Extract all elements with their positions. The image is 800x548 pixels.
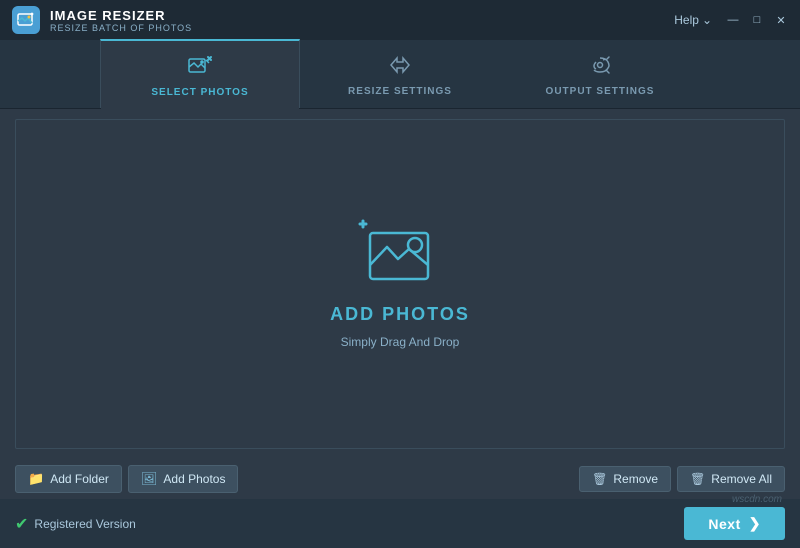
registered-version-label: Registered Version [34,517,135,531]
close-button[interactable]: ✕ [774,13,788,27]
remove-all-button[interactable]: 🗑 Remove All [677,466,785,492]
btn-group-left: 📁 Add Folder 🖼 Add Photos [15,465,238,493]
title-bar-right: Help ⌄ — □ ✕ [674,13,788,27]
chevron-down-icon: ⌄ [702,13,712,27]
btn-group-right: 🗑 Remove 🗑 Remove All [579,466,785,492]
folder-icon: 📁 [28,471,44,487]
app-icon [12,6,40,34]
trash-all-icon: 🗑 [690,472,705,486]
status-left: ✔ Registered Version [15,514,136,534]
trash-icon: 🗑 [592,472,607,486]
watermark: wscdn.com [732,494,782,505]
tab-resize-settings[interactable]: RESIZE SETTINGS [300,40,500,108]
tab-select-photos-label: SELECT PHOTOS [151,87,248,98]
tab-resize-settings-label: RESIZE SETTINGS [348,86,452,97]
add-photos-button[interactable]: 🖼 Add Photos [128,465,239,493]
select-photos-icon [188,55,212,83]
title-info: IMAGE RESIZER RESIZE BATCH OF PHOTOS [50,8,192,33]
app-title: IMAGE RESIZER [50,8,192,23]
check-icon: ✔ [15,514,28,534]
title-bar-left: IMAGE RESIZER RESIZE BATCH OF PHOTOS [12,6,192,34]
status-bar: ✔ Registered Version Next ❯ [0,499,800,548]
tab-bar: SELECT PHOTOS RESIZE SETTINGS OUTPUT SET… [0,40,800,109]
output-settings-icon [588,54,612,82]
drop-zone-content: ADD PHOTOS Simply Drag And Drop [330,219,470,349]
add-photos-label: ADD PHOTOS [330,304,470,325]
add-photos-sublabel: Simply Drag And Drop [341,335,460,349]
add-photos-icon [355,219,445,294]
tab-output-settings-label: OUTPUT SETTINGS [546,86,655,97]
resize-settings-icon [388,54,412,82]
tab-output-settings[interactable]: OUTPUT SETTINGS [500,40,700,108]
next-button[interactable]: Next ❯ [684,507,785,540]
window-controls: — □ ✕ [726,13,788,27]
bottom-toolbar: 📁 Add Folder 🖼 Add Photos 🗑 Remove 🗑 Rem… [0,459,800,499]
tab-select-photos[interactable]: SELECT PHOTOS [100,39,300,108]
next-arrow-icon: ❯ [749,515,761,532]
remove-button[interactable]: 🗑 Remove [579,466,671,492]
minimize-button[interactable]: — [726,13,740,27]
maximize-button[interactable]: □ [750,13,764,27]
help-button[interactable]: Help ⌄ [674,13,712,27]
drop-zone[interactable]: ADD PHOTOS Simply Drag And Drop [15,119,785,449]
photo-icon: 🖼 [141,471,158,487]
app-subtitle: RESIZE BATCH OF PHOTOS [50,23,192,33]
title-bar: IMAGE RESIZER RESIZE BATCH OF PHOTOS Hel… [0,0,800,40]
add-folder-button[interactable]: 📁 Add Folder [15,465,122,493]
